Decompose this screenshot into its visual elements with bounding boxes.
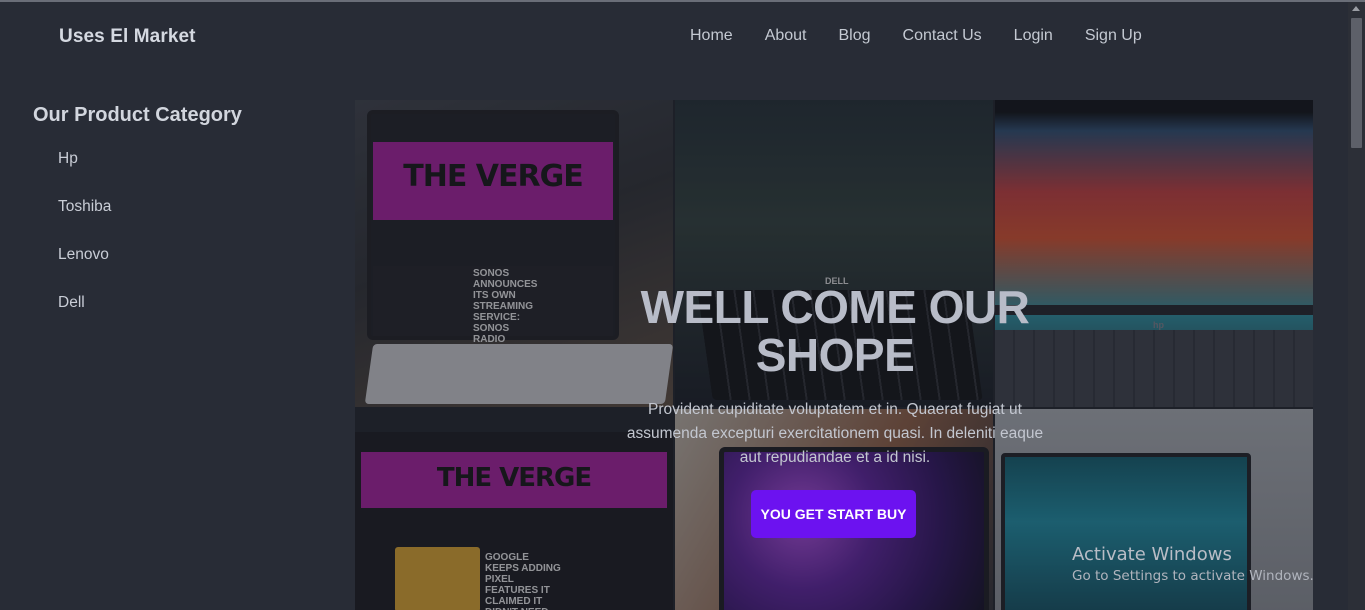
activate-windows-title: Activate Windows bbox=[1072, 544, 1232, 565]
activate-windows-subtitle: Go to Settings to activate Windows. bbox=[1072, 568, 1314, 584]
category-item-dell[interactable]: Dell bbox=[58, 294, 323, 342]
nav-link-contact[interactable]: Contact Us bbox=[903, 27, 982, 45]
hero-banner: THE VERGE SONOS ANNOUNCES ITS OWN STREAM… bbox=[355, 100, 1313, 610]
category-item-lenovo[interactable]: Lenovo bbox=[58, 246, 323, 294]
page-scrollbar[interactable] bbox=[1348, 2, 1365, 610]
scroll-up-icon[interactable] bbox=[1352, 6, 1360, 11]
nav-link-about[interactable]: About bbox=[765, 27, 807, 45]
nav-link-signup[interactable]: Sign Up bbox=[1085, 27, 1142, 45]
start-buy-button[interactable]: YOU GET START BUY bbox=[751, 490, 916, 538]
navbar: Uses El Market Home About Blog Contact U… bbox=[0, 2, 1348, 72]
nav-link-blog[interactable]: Blog bbox=[839, 27, 871, 45]
sidebar: Our Product Category Hp Toshiba Lenovo D… bbox=[33, 104, 323, 342]
hero-description: Provident cupiditate voluptatem et in. Q… bbox=[626, 401, 1044, 466]
category-item-toshiba[interactable]: Toshiba bbox=[58, 198, 323, 246]
nav-links: Home About Blog Contact Us Login Sign Up bbox=[690, 27, 1174, 45]
category-item-hp[interactable]: Hp bbox=[58, 150, 323, 198]
brand-logo[interactable]: Uses El Market bbox=[59, 26, 196, 48]
nav-link-login[interactable]: Login bbox=[1014, 27, 1053, 45]
nav-link-home[interactable]: Home bbox=[690, 27, 733, 45]
sidebar-title: Our Product Category bbox=[33, 104, 242, 126]
activate-windows-watermark: Activate Windows Go to Settings to activ… bbox=[1072, 544, 1314, 584]
hero-title: WELL COME OUR SHOPE bbox=[640, 281, 1030, 381]
scroll-thumb[interactable] bbox=[1351, 18, 1362, 148]
category-list: Hp Toshiba Lenovo Dell bbox=[33, 150, 323, 342]
